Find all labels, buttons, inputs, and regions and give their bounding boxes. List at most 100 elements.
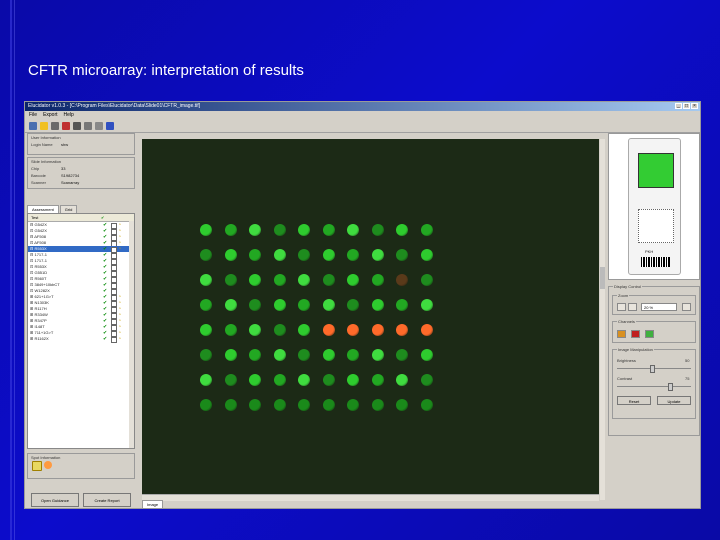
array-spot[interactable] [322,374,335,386]
array-spot[interactable] [322,224,335,236]
array-spot[interactable] [224,224,237,236]
spot-marker-icon[interactable] [32,461,42,471]
array-spot[interactable] [420,324,433,336]
array-spot[interactable] [200,324,212,336]
array-spot[interactable] [322,274,335,286]
menu-item-1[interactable]: Export [43,111,57,119]
menu-item-0[interactable]: File [29,111,37,119]
array-spot[interactable] [200,274,212,286]
create-report-button[interactable]: Create Report [83,493,131,507]
array-spot[interactable] [224,299,237,311]
array-grid-block[interactable] [638,209,674,243]
tab-image[interactable]: Image [142,500,164,509]
array-spot[interactable] [420,399,433,411]
tab-assessment[interactable]: Assessment [27,205,59,213]
array-spot[interactable] [249,374,261,386]
array-spot[interactable] [273,324,286,336]
zoom-in-icon[interactable] [617,303,626,311]
array-spot[interactable] [200,249,212,261]
array-spot[interactable] [200,299,212,311]
microarray-image[interactable] [142,139,599,494]
array-spot[interactable] [224,274,237,286]
array-spot[interactable] [347,399,359,411]
array-spot[interactable] [420,299,433,311]
edit-icon[interactable] [62,121,70,130]
scroll-thumb[interactable] [600,267,605,289]
open-guidance-button[interactable]: Open Guidance [31,493,79,507]
array-spot[interactable] [396,224,408,236]
test-tree[interactable]: Test ✔ ⊟ G542X ✔ ◔ ⊡ G542X ✔ ◔ ⊟ ΔF508 ✔ ◔ ⊡ ΔF5… [27,213,135,449]
array-spot[interactable] [322,249,335,261]
array-spot[interactable] [200,374,212,386]
array-spot[interactable] [322,324,335,336]
array-spot[interactable] [420,274,433,286]
fit-icon[interactable] [682,303,691,311]
contrast-slider[interactable] [617,386,691,387]
array-spot[interactable] [371,374,384,386]
array-spot[interactable] [249,249,261,261]
array-spot[interactable] [249,224,261,236]
array-spot[interactable] [396,324,408,336]
check-icon[interactable]: ✔ [103,336,107,342]
tree-item[interactable]: ⊞ R1162X ✔ ◔ [28,336,134,343]
reset-button[interactable]: Reset [617,396,651,405]
array-spot[interactable] [396,349,408,361]
array-spot[interactable] [420,224,433,236]
array-spot[interactable] [371,249,384,261]
array-spot[interactable] [347,224,359,236]
array-spot[interactable] [396,299,408,311]
print-icon[interactable] [73,121,81,130]
spot-circle-icon[interactable] [44,461,52,469]
array-spot[interactable] [298,324,310,336]
zoom-dropdown[interactable]: 20 % [641,303,677,311]
array-spot[interactable] [273,374,286,386]
array-spot[interactable] [298,224,310,236]
array-spot[interactable] [322,399,335,411]
array-spot[interactable] [371,224,384,236]
red-channel-icon[interactable] [631,330,640,338]
overlay-channel-icon[interactable] [617,330,626,338]
array-spot[interactable] [347,274,359,286]
array-spot[interactable] [420,374,433,386]
array-spot[interactable] [224,324,237,336]
array-spot[interactable] [200,399,212,411]
array-spot[interactable] [224,349,237,361]
array-spot[interactable] [298,399,310,411]
array-spot[interactable] [371,399,384,411]
array-spot[interactable] [273,224,286,236]
folder-icon[interactable] [40,121,48,130]
array-spot[interactable] [396,249,408,261]
tab-grid[interactable]: Grid [59,205,78,213]
image-vertical-scrollbar[interactable] [600,139,605,500]
array-spot[interactable] [224,374,237,386]
array-spot[interactable] [371,349,384,361]
array-spot[interactable] [273,274,286,286]
array-spot[interactable] [200,349,212,361]
array-spot[interactable] [347,324,359,336]
array-spot[interactable] [273,299,286,311]
array-spot[interactable] [420,249,433,261]
array-spot[interactable] [347,299,359,311]
array-spot[interactable] [371,274,384,286]
array-spot[interactable] [224,399,237,411]
array-spot[interactable] [200,224,212,236]
array-spot[interactable] [420,349,433,361]
array-spot[interactable] [298,274,310,286]
checkbox-icon[interactable] [111,337,117,343]
array-spot[interactable] [273,399,286,411]
array-spot[interactable] [249,299,261,311]
array-spot[interactable] [273,349,286,361]
menu-item-2[interactable]: Help [64,111,74,119]
maximize-icon[interactable]: □ [683,103,690,109]
brightness-thumb[interactable] [650,365,655,373]
close-icon[interactable]: × [691,103,698,109]
array-spot[interactable] [249,349,261,361]
array-spot[interactable] [347,374,359,386]
array-spot[interactable] [298,374,310,386]
array-spot[interactable] [273,249,286,261]
array-spot[interactable] [298,249,310,261]
help-icon[interactable] [106,121,114,130]
array-spot[interactable] [396,374,408,386]
update-button[interactable]: Update [657,396,691,405]
array-spot[interactable] [249,399,261,411]
